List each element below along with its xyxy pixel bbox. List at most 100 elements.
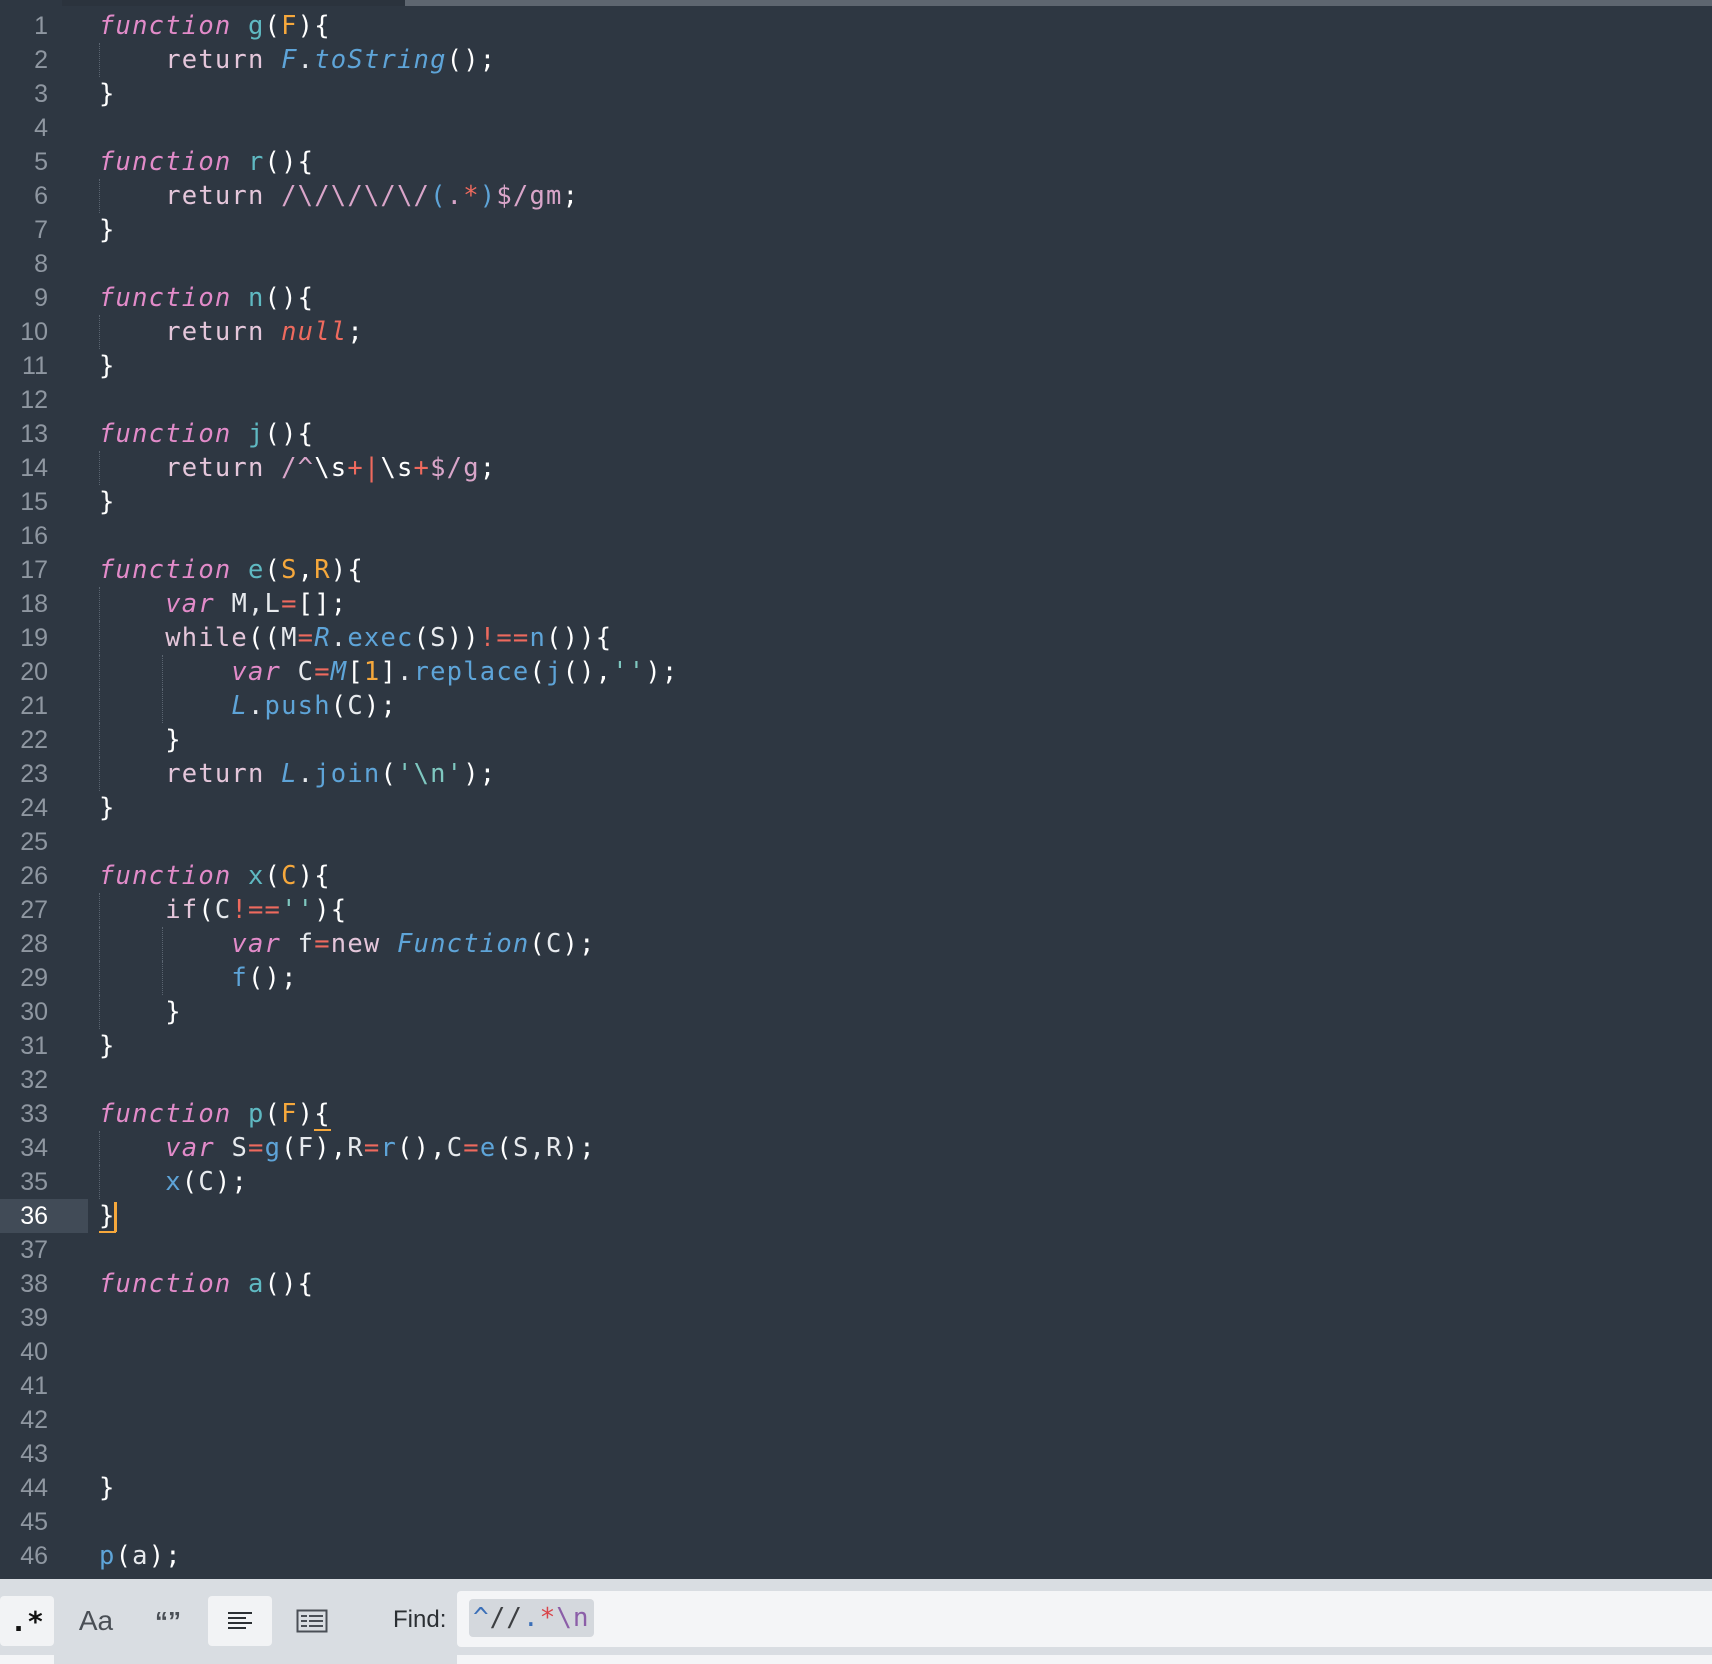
code-line[interactable]: 45 xyxy=(0,1505,1712,1539)
code-text: return /\/\/\/\/(.*)$/gm; xyxy=(165,181,580,211)
code-line[interactable]: 4 xyxy=(0,111,1712,145)
code-line[interactable]: 3} xyxy=(0,77,1712,111)
line-number: 29 xyxy=(20,964,48,992)
line-number: 43 xyxy=(20,1440,48,1468)
line-number: 37 xyxy=(20,1236,48,1264)
line-number: 32 xyxy=(20,1066,48,1094)
code-line[interactable]: 28 var f=new Function(C); xyxy=(0,927,1712,961)
code-text: function a(){ xyxy=(99,1269,315,1299)
code-line[interactable]: 10 return null; xyxy=(0,315,1712,349)
line-number: 46 xyxy=(20,1542,48,1570)
code-text: function g(F){ xyxy=(99,11,331,41)
code-line[interactable]: 22 } xyxy=(0,723,1712,757)
code-line[interactable]: 17 function e(S,R){ xyxy=(0,553,1712,587)
code-line[interactable]: 42 xyxy=(0,1403,1712,1437)
code-line[interactable]: 12 xyxy=(0,383,1712,417)
code-line[interactable]: 1 function g(F){ xyxy=(0,9,1712,43)
code-line[interactable]: 9 function n(){ xyxy=(0,281,1712,315)
line-number: 13 xyxy=(20,420,48,448)
line-number: 1 xyxy=(34,12,48,40)
code-line[interactable]: 5 function r(){ xyxy=(0,145,1712,179)
code-line[interactable]: 35 x(C); xyxy=(0,1165,1712,1199)
code-line[interactable]: 26 function x(C){ xyxy=(0,859,1712,893)
code-editor-window: 1 function g(F){ 2 return F.toString(); 3… xyxy=(0,0,1712,1664)
tab-bar xyxy=(62,0,405,6)
line-number: 8 xyxy=(34,250,48,278)
code-line[interactable]: 32 xyxy=(0,1063,1712,1097)
code-text: } xyxy=(99,1473,116,1503)
code-line[interactable]: 23 return L.join('\n'); xyxy=(0,757,1712,791)
whole-word-toggle-button[interactable]: “” xyxy=(138,1596,198,1646)
code-line[interactable]: 41 xyxy=(0,1369,1712,1403)
line-number: 14 xyxy=(20,454,48,482)
wrap-toggle-button[interactable] xyxy=(208,1596,272,1646)
code-text: p(a); xyxy=(99,1541,182,1571)
code-line[interactable]: 11} xyxy=(0,349,1712,383)
line-number: 24 xyxy=(20,794,48,822)
line-number: 34 xyxy=(20,1134,48,1162)
line-number: 25 xyxy=(20,828,48,856)
code-line[interactable]: 33 function p(F){ xyxy=(0,1097,1712,1131)
case-sensitive-toggle-button[interactable]: Aa xyxy=(66,1596,126,1646)
code-line[interactable]: 40 xyxy=(0,1335,1712,1369)
code-line[interactable]: 19 while((M=R.exec(S))!==n()){ xyxy=(0,621,1712,655)
editor-pane[interactable]: 1 function g(F){ 2 return F.toString(); 3… xyxy=(0,9,1712,1579)
code-text: L.push(C); xyxy=(231,691,397,721)
code-line[interactable]: 6 return /\/\/\/\/(.*)$/gm; xyxy=(0,179,1712,213)
code-line[interactable]: 38 function a(){ xyxy=(0,1267,1712,1301)
code-line[interactable]: 24} xyxy=(0,791,1712,825)
code-text: return F.toString(); xyxy=(165,45,497,75)
code-text: } xyxy=(99,1201,117,1233)
code-line[interactable]: 20 var C=M[1].replace(j(),''); xyxy=(0,655,1712,689)
line-number: 31 xyxy=(20,1032,48,1060)
find-input-value: ^//.*\n xyxy=(469,1599,594,1637)
code-text: function j(){ xyxy=(99,419,315,449)
line-number: 45 xyxy=(20,1508,48,1536)
code-text: if(C!==''){ xyxy=(165,895,348,925)
code-line[interactable]: 7} xyxy=(0,213,1712,247)
code-line[interactable]: 29 f(); xyxy=(0,961,1712,995)
code-line[interactable]: 2 return F.toString(); xyxy=(0,43,1712,77)
replace-input-edge[interactable] xyxy=(457,1655,1712,1664)
code-line[interactable]: 43 xyxy=(0,1437,1712,1471)
line-number: 17 xyxy=(20,556,48,584)
code-line[interactable]: 46 p(a); xyxy=(0,1539,1712,1573)
code-line[interactable]: 27 if(C!==''){ xyxy=(0,893,1712,927)
code-text: while((M=R.exec(S))!==n()){ xyxy=(165,623,613,653)
code-line[interactable]: 16 xyxy=(0,519,1712,553)
code-line[interactable]: 18 var M,L=[]; xyxy=(0,587,1712,621)
line-number: 23 xyxy=(20,760,48,788)
code-line[interactable]: 8 xyxy=(0,247,1712,281)
line-number: 40 xyxy=(20,1338,48,1366)
code-line[interactable]: 31} xyxy=(0,1029,1712,1063)
line-number: 41 xyxy=(20,1372,48,1400)
code-text: function r(){ xyxy=(99,147,315,177)
line-number: 9 xyxy=(34,284,48,312)
in-selection-icon xyxy=(296,1609,328,1633)
line-number: 12 xyxy=(20,386,48,414)
line-number: 21 xyxy=(20,692,48,720)
line-number: 35 xyxy=(20,1168,48,1196)
code-line[interactable]: 39 xyxy=(0,1301,1712,1335)
code-line[interactable]: 14 return /^\s+|\s+$/g; xyxy=(0,451,1712,485)
line-number: 5 xyxy=(34,148,48,176)
code-line[interactable]: 15} xyxy=(0,485,1712,519)
code-line[interactable]: 44} xyxy=(0,1471,1712,1505)
regex-toggle-button[interactable]: .* xyxy=(0,1596,54,1646)
code-text: } xyxy=(99,793,116,823)
in-selection-toggle-button[interactable] xyxy=(282,1596,342,1646)
code-line[interactable]: 13 function j(){ xyxy=(0,417,1712,451)
code-text: var M,L=[]; xyxy=(165,589,348,619)
line-number: 36 xyxy=(20,1202,48,1230)
find-input[interactable]: ^//.*\n xyxy=(457,1591,1712,1647)
code-line[interactable]: 21 L.push(C); xyxy=(0,689,1712,723)
line-number: 11 xyxy=(22,352,48,380)
code-line[interactable]: 34 var S=g(F),R=r(),C=e(S,R); xyxy=(0,1131,1712,1165)
code-line[interactable]: 30 } xyxy=(0,995,1712,1029)
code-line[interactable]: 37 xyxy=(0,1233,1712,1267)
code-text: } xyxy=(99,79,116,109)
code-text: var f=new Function(C); xyxy=(231,929,596,959)
code-line[interactable]: 25 xyxy=(0,825,1712,859)
line-number: 18 xyxy=(20,590,48,618)
code-line-active[interactable]: 36} xyxy=(0,1199,1712,1233)
